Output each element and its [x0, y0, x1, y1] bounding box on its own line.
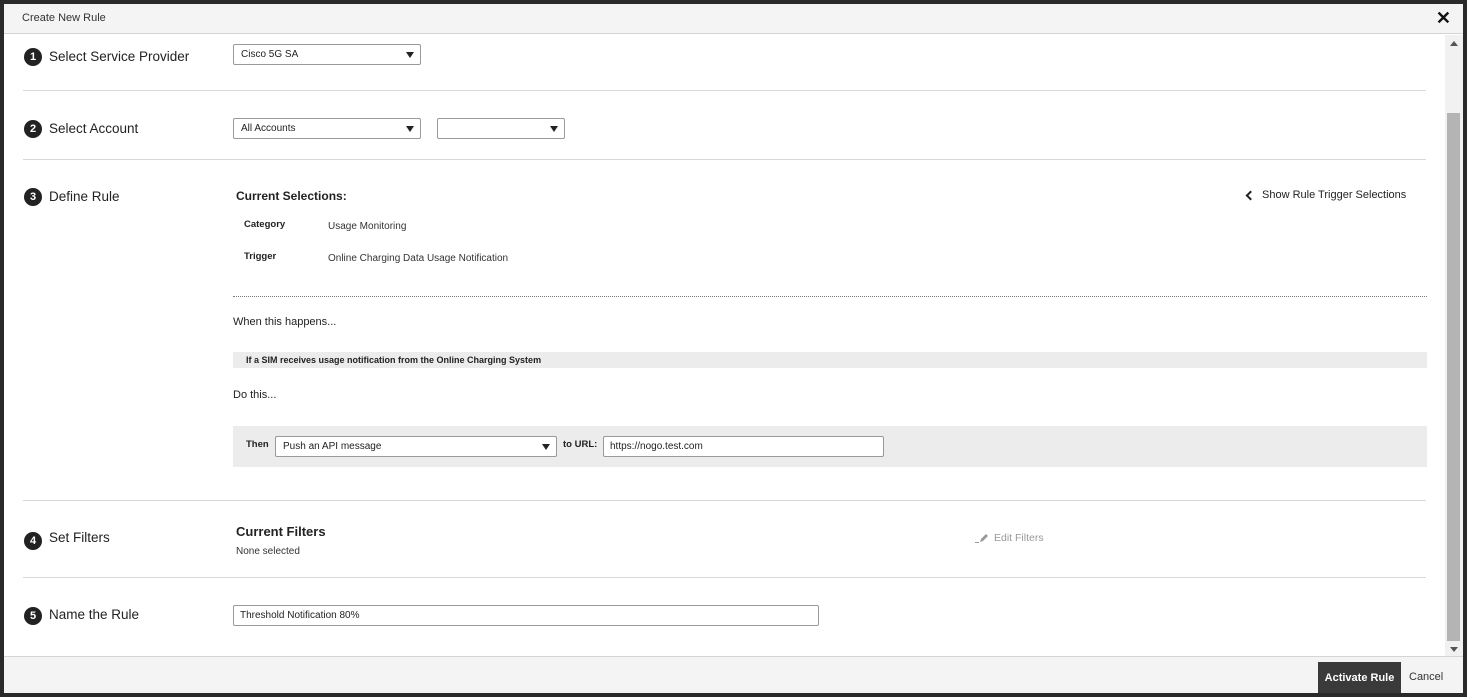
step-3-label: Define Rule — [49, 189, 120, 204]
scrollbar-thumb[interactable] — [1447, 113, 1460, 641]
show-rule-trigger-selections-link[interactable]: Show Rule Trigger Selections — [1245, 189, 1407, 201]
rule-name-value: Threshold Notification 80% — [240, 610, 360, 621]
chevron-down-icon — [550, 126, 558, 132]
when-heading: When this happens... — [233, 316, 337, 328]
scroll-up-arrow-icon[interactable] — [1450, 41, 1458, 46]
create-rule-dialog: Create New Rule ✕ 1 Select Service Provi… — [4, 4, 1463, 693]
current-filters-heading: Current Filters — [236, 524, 326, 539]
step-5-label: Name the Rule — [49, 607, 140, 622]
chevron-down-icon — [406, 52, 414, 58]
dialog-title: Create New Rule — [22, 12, 106, 24]
close-icon[interactable]: ✕ — [1436, 8, 1451, 28]
step-1-label: Select Service Provider — [49, 49, 190, 64]
step-1-badge: 1 — [24, 48, 42, 66]
account-select[interactable]: All Accounts — [233, 118, 421, 139]
step-2-label: Select Account — [49, 121, 139, 136]
edit-filters-link[interactable]: Edit Filters — [975, 532, 1044, 544]
service-provider-value: Cisco 5G SA — [241, 49, 299, 60]
section-divider — [23, 159, 1426, 160]
chevron-down-icon — [542, 444, 550, 450]
section-divider — [23, 577, 1426, 578]
filters-status: None selected — [236, 546, 300, 557]
step-2-badge: 2 — [24, 120, 42, 138]
activate-rule-button[interactable]: Activate Rule — [1318, 662, 1401, 693]
edit-filters-label: Edit Filters — [994, 532, 1044, 544]
pencil-icon — [975, 534, 988, 543]
show-triggers-label: Show Rule Trigger Selections — [1262, 189, 1407, 201]
step-3-badge: 3 — [24, 188, 42, 206]
account-value: All Accounts — [241, 123, 296, 134]
action-value: Push an API message — [283, 441, 382, 452]
dialog-titlebar: Create New Rule ✕ — [4, 4, 1463, 34]
step-4-badge: 4 — [24, 532, 42, 550]
step-4-label: Set Filters — [49, 530, 110, 545]
dialog-footer: Activate Rule Cancel — [4, 656, 1463, 693]
rule-name-input[interactable]: Threshold Notification 80% — [233, 605, 819, 626]
to-url-label: to URL: — [563, 439, 598, 450]
do-heading: Do this... — [233, 389, 277, 401]
account-secondary-select[interactable] — [437, 118, 565, 139]
category-value: Usage Monitoring — [328, 221, 407, 232]
then-label: Then — [246, 439, 269, 450]
scroll-down-arrow-icon[interactable] — [1450, 647, 1458, 652]
service-provider-select[interactable]: Cisco 5G SA — [233, 44, 421, 65]
trigger-key: Trigger — [244, 251, 277, 262]
current-selections-heading: Current Selections: — [236, 189, 347, 203]
chevron-down-icon — [406, 126, 414, 132]
vertical-scrollbar[interactable] — [1445, 35, 1463, 656]
action-select[interactable]: Push an API message — [275, 436, 557, 457]
url-input[interactable]: https://nogo.test.com — [603, 436, 884, 457]
section-divider — [23, 90, 1426, 91]
step-5-badge: 5 — [24, 607, 42, 625]
trigger-value: Online Charging Data Usage Notification — [328, 253, 509, 264]
condition-bar: If a SIM receives usage notification fro… — [233, 352, 1427, 368]
url-value: https://nogo.test.com — [610, 441, 703, 452]
dotted-divider — [233, 296, 1427, 297]
action-panel: Then Push an API message to URL: https:/… — [233, 426, 1427, 467]
cancel-button[interactable]: Cancel — [1409, 671, 1443, 683]
section-divider — [23, 500, 1426, 501]
chevron-left-icon — [1245, 190, 1256, 201]
dialog-content: 1 Select Service Provider Cisco 5G SA 2 … — [4, 35, 1445, 656]
condition-text: If a SIM receives usage notification fro… — [246, 355, 542, 365]
category-key: Category — [244, 219, 286, 230]
